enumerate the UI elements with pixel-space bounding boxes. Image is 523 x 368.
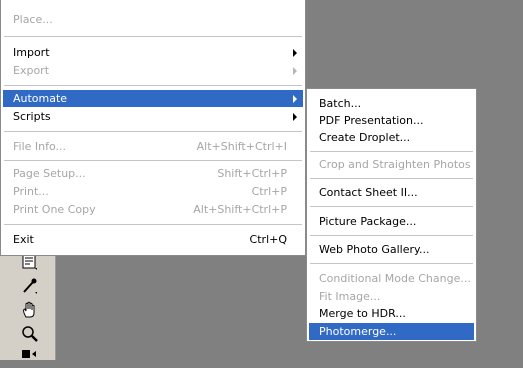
menu-separator: [310, 178, 473, 179]
menu-separator: [4, 224, 302, 225]
submenu-item-picture-package[interactable]: Picture Package...: [309, 213, 474, 230]
submenu-item-merge-to-hdr[interactable]: Merge to HDR...: [309, 305, 474, 322]
submenu-arrow-icon: [293, 94, 297, 103]
menu-item-import[interactable]: Import: [3, 44, 303, 61]
menu-separator: [4, 36, 302, 37]
menu-separator: [4, 160, 302, 161]
automate-submenu: Batch... PDF Presentation... Create Drop…: [306, 88, 477, 342]
menu-separator: [4, 85, 302, 86]
menu-separator: [310, 151, 473, 152]
menu-item-file-info[interactable]: File Info... Alt+Shift+Ctrl+I: [3, 138, 303, 155]
menu-separator: [310, 263, 473, 264]
menu-separator: [4, 131, 302, 132]
menu-item-print-one-copy[interactable]: Print One Copy Alt+Shift+Ctrl+P: [3, 201, 303, 218]
submenu-arrow-icon: [293, 112, 297, 121]
submenu-item-fit-image[interactable]: Fit Image...: [309, 288, 474, 305]
zoom-tool-icon[interactable]: [20, 324, 40, 344]
menu-item-place[interactable]: Place...: [3, 11, 303, 28]
menu-separator: [310, 235, 473, 236]
menu-separator: [310, 206, 473, 207]
submenu-item-contact-sheet[interactable]: Contact Sheet II...: [309, 184, 474, 201]
submenu-item-batch[interactable]: Batch...: [309, 95, 474, 112]
submenu-arrow-icon: [293, 48, 297, 57]
submenu-item-crop-straighten[interactable]: Crop and Straighten Photos: [309, 156, 474, 173]
file-menu: Place... Import Export Automate Scripts …: [0, 0, 306, 256]
menu-item-automate[interactable]: Automate: [3, 90, 303, 107]
submenu-arrow-icon: [293, 66, 297, 75]
hand-tool-icon[interactable]: [20, 300, 40, 320]
menu-item-page-setup[interactable]: Page Setup... Shift+Ctrl+P: [3, 165, 303, 182]
toolbox-panel: [0, 240, 56, 360]
submenu-item-pdf-presentation[interactable]: PDF Presentation...: [309, 112, 474, 129]
menu-item-exit[interactable]: Exit Ctrl+Q: [3, 231, 303, 248]
foreground-color-icon[interactable]: [20, 348, 40, 368]
submenu-item-create-droplet[interactable]: Create Droplet...: [309, 129, 474, 146]
menu-item-scripts[interactable]: Scripts: [3, 108, 303, 125]
menu-item-export[interactable]: Export: [3, 62, 303, 79]
submenu-item-photomerge[interactable]: Photomerge...: [309, 323, 474, 340]
eyedropper-tool-icon[interactable]: [20, 276, 40, 296]
submenu-item-web-photo-gallery[interactable]: Web Photo Gallery...: [309, 241, 474, 258]
submenu-item-conditional-mode-change[interactable]: Conditional Mode Change...: [309, 270, 474, 287]
menu-item-print[interactable]: Print... Ctrl+P: [3, 183, 303, 200]
